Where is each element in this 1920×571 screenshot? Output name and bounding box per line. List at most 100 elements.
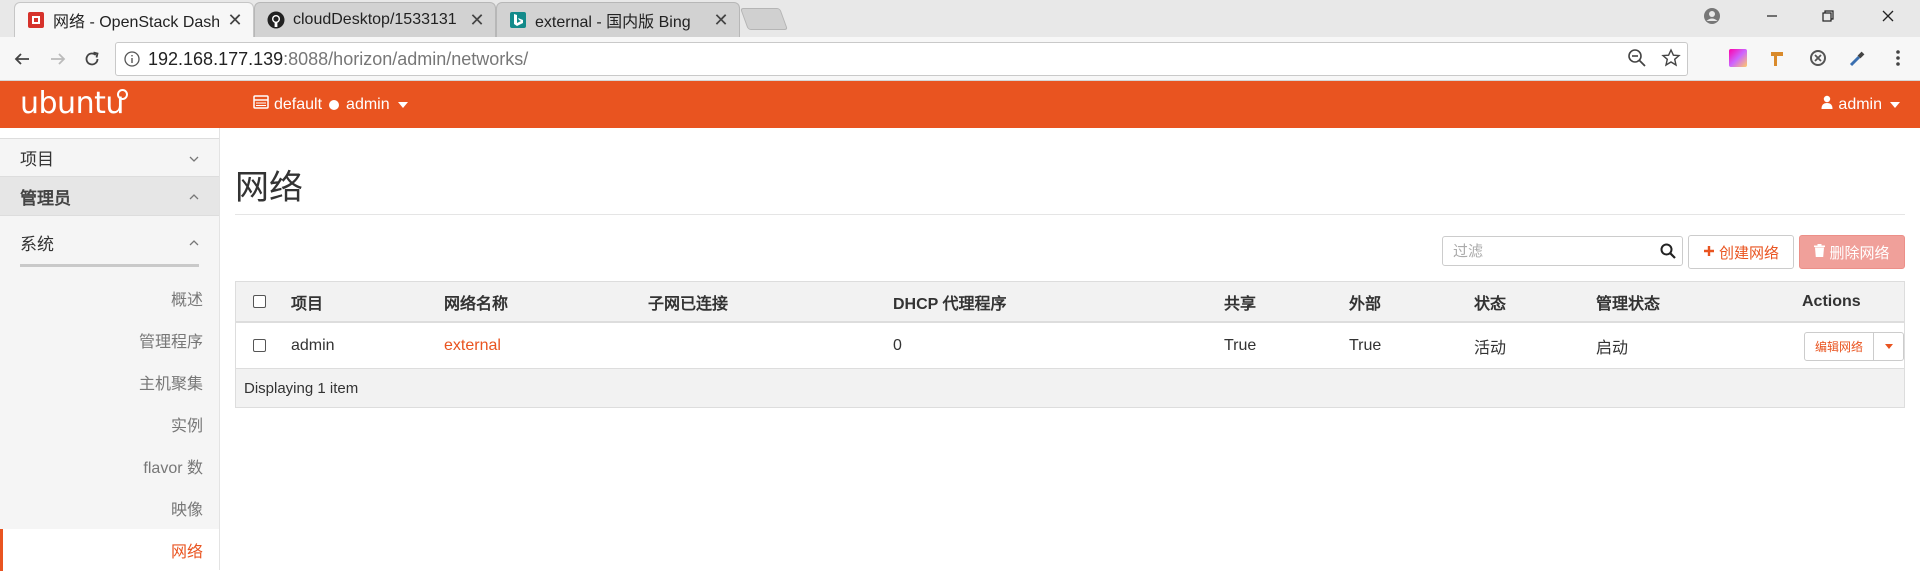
extension-hammer-icon[interactable] bbox=[1766, 46, 1790, 70]
search-icon[interactable] bbox=[1660, 243, 1676, 264]
column-header-dhcp-agents[interactable]: DHCP 代理程序 bbox=[893, 282, 1007, 321]
browser-tabstrip: 网络 - OpenStack Dashb ✕ cloudDesktop/1533… bbox=[0, 0, 1920, 37]
user-icon bbox=[1821, 95, 1833, 114]
chevron-up-icon bbox=[189, 235, 199, 249]
row-checkbox[interactable] bbox=[253, 323, 266, 368]
caret-down-icon bbox=[397, 101, 408, 108]
sidebar-item-networks[interactable]: 网络 bbox=[0, 529, 219, 571]
user-menu[interactable]: admin bbox=[1821, 95, 1900, 114]
column-header-shared[interactable]: 共享 bbox=[1224, 282, 1256, 321]
browser-tab-github[interactable]: cloudDesktop/1533131 ✕ bbox=[254, 2, 496, 37]
page-title: 网络 bbox=[235, 169, 303, 207]
table-header: 项目 网络名称 子网已连接 DHCP 代理程序 共享 外部 状态 管理状态 Ac… bbox=[236, 282, 1904, 323]
extension-sync-icon[interactable] bbox=[1806, 46, 1830, 70]
close-window-icon[interactable] bbox=[1860, 0, 1916, 32]
cell-external: True bbox=[1349, 336, 1382, 354]
tab-title: cloudDesktop/1533131 bbox=[293, 11, 457, 28]
cell-project: admin bbox=[291, 336, 335, 354]
title-divider bbox=[235, 214, 1905, 215]
tab-close-icon[interactable]: ✕ bbox=[713, 11, 729, 29]
browser-toolbar: 192.168.177.139:8088/horizon/admin/netwo… bbox=[0, 37, 1920, 81]
column-header-actions: Actions bbox=[1802, 292, 1861, 310]
select-all-checkbox[interactable] bbox=[253, 282, 266, 321]
networks-table: 项目 网络名称 子网已连接 DHCP 代理程序 共享 外部 状态 管理状态 Ac… bbox=[235, 281, 1905, 408]
info-icon[interactable] bbox=[116, 51, 148, 67]
user-name: admin bbox=[1838, 95, 1882, 113]
column-header-admin-state[interactable]: 管理状态 bbox=[1596, 282, 1660, 321]
sidebar-section-project[interactable]: 项目 bbox=[0, 138, 219, 177]
sidebar-item-label: flavor 数 bbox=[143, 460, 203, 477]
sidebar-section-label: 项目 bbox=[20, 150, 54, 169]
menu-dots-icon[interactable] bbox=[1886, 46, 1910, 70]
sidebar-section-label: 系统 bbox=[20, 234, 54, 254]
url-path: :8088/horizon/admin/networks/ bbox=[283, 48, 529, 69]
tab-close-icon[interactable]: ✕ bbox=[227, 11, 243, 29]
github-favicon-icon bbox=[267, 11, 285, 29]
cell-admin-state: 启动 bbox=[1596, 339, 1629, 357]
sidebar-item-label: 网络 bbox=[170, 544, 203, 561]
chevron-down-icon bbox=[189, 151, 199, 165]
caret-down-icon bbox=[1884, 344, 1893, 349]
bookmark-star-icon[interactable] bbox=[1661, 48, 1681, 73]
sidebar-spacer bbox=[0, 128, 219, 138]
trash-icon bbox=[1814, 243, 1826, 261]
column-header-status[interactable]: 状态 bbox=[1474, 282, 1506, 321]
sidebar-item-label: 映像 bbox=[170, 502, 203, 519]
reload-icon[interactable] bbox=[78, 45, 106, 73]
sidebar-item-images[interactable]: 映像 bbox=[0, 487, 219, 529]
column-header-external[interactable]: 外部 bbox=[1349, 282, 1381, 321]
domain-label: default bbox=[274, 95, 323, 113]
create-network-button[interactable]: 创建网络 bbox=[1688, 235, 1794, 269]
button-label: 删除网络 bbox=[1829, 244, 1890, 262]
forward-arrow-icon[interactable] bbox=[44, 45, 72, 73]
chevron-up-icon bbox=[189, 189, 199, 203]
sidebar-item-overview[interactable]: 概述 bbox=[0, 277, 219, 319]
project-context-menu[interactable]: default admin bbox=[253, 95, 408, 114]
cell-dhcp-agents: 0 bbox=[893, 336, 902, 354]
sidebar-item-hypervisors[interactable]: 管理程序 bbox=[0, 319, 219, 361]
sidebar-item-label: 实例 bbox=[170, 418, 203, 435]
app-header: ubuntu default admin admin bbox=[0, 81, 1920, 128]
row-actions: 编辑网络 bbox=[1804, 332, 1904, 361]
sidebar-item-flavors[interactable]: flavor 数 bbox=[0, 445, 219, 487]
network-name-link[interactable]: external bbox=[444, 323, 501, 368]
minimize-icon[interactable] bbox=[1744, 0, 1800, 32]
back-arrow-icon[interactable] bbox=[8, 45, 36, 73]
filter-input[interactable] bbox=[1443, 242, 1643, 260]
column-header-subnets[interactable]: 子网已连接 bbox=[648, 282, 728, 321]
edit-network-button[interactable]: 编辑网络 bbox=[1804, 332, 1874, 361]
bing-favicon-icon bbox=[509, 11, 527, 29]
row-actions-dropdown[interactable] bbox=[1874, 332, 1904, 361]
new-tab-button[interactable] bbox=[739, 8, 789, 30]
sidebar-item-host-aggregates[interactable]: 主机聚集 bbox=[0, 361, 219, 403]
button-label: 创建网络 bbox=[1718, 244, 1779, 262]
zoom-icon[interactable] bbox=[1627, 48, 1647, 73]
column-header-project[interactable]: 项目 bbox=[291, 282, 323, 321]
filter-box bbox=[1442, 236, 1683, 266]
extension-eyedropper-icon[interactable] bbox=[1846, 46, 1870, 70]
table-footer: Displaying 1 item bbox=[236, 369, 1904, 407]
column-header-network-name[interactable]: 网络名称 bbox=[444, 282, 508, 321]
table-row: admin external 0 True True 活动 启动 编辑网络 bbox=[236, 323, 1904, 369]
browser-tab-bing[interactable]: external - 国内版 Bing ✕ bbox=[496, 2, 740, 37]
tab-close-icon[interactable]: ✕ bbox=[469, 11, 485, 29]
extension-gradient-icon[interactable] bbox=[1726, 46, 1750, 70]
ubuntu-logo[interactable]: ubuntu bbox=[20, 86, 124, 121]
sidebar-item-label: 概述 bbox=[170, 292, 203, 309]
restore-icon[interactable] bbox=[1800, 0, 1856, 32]
profile-icon[interactable] bbox=[1684, 0, 1740, 32]
sidebar-item-label: 管理程序 bbox=[138, 334, 203, 351]
browser-tab-openstack[interactable]: 网络 - OpenStack Dashb ✕ bbox=[14, 2, 254, 37]
address-bar[interactable]: 192.168.177.139:8088/horizon/admin/netwo… bbox=[115, 42, 1688, 76]
cell-shared: True bbox=[1224, 336, 1257, 354]
caret-down-icon bbox=[1890, 101, 1900, 108]
sidebar-section-system[interactable]: 系统 bbox=[0, 220, 219, 264]
cell-status: 活动 bbox=[1474, 339, 1507, 357]
sidebar-item-instances[interactable]: 实例 bbox=[0, 403, 219, 445]
sidebar: 项目 管理员 系统 概述 管理程序 主机聚集 实例 flavor 数 映像 网络 bbox=[0, 128, 220, 571]
sidebar-section-admin[interactable]: 管理员 bbox=[0, 177, 219, 216]
sidebar-section-label: 管理员 bbox=[20, 188, 71, 208]
sidebar-item-label: 主机聚集 bbox=[138, 376, 203, 393]
delete-network-button[interactable]: 删除网络 bbox=[1799, 235, 1905, 269]
item-count: Displaying 1 item bbox=[244, 379, 359, 397]
